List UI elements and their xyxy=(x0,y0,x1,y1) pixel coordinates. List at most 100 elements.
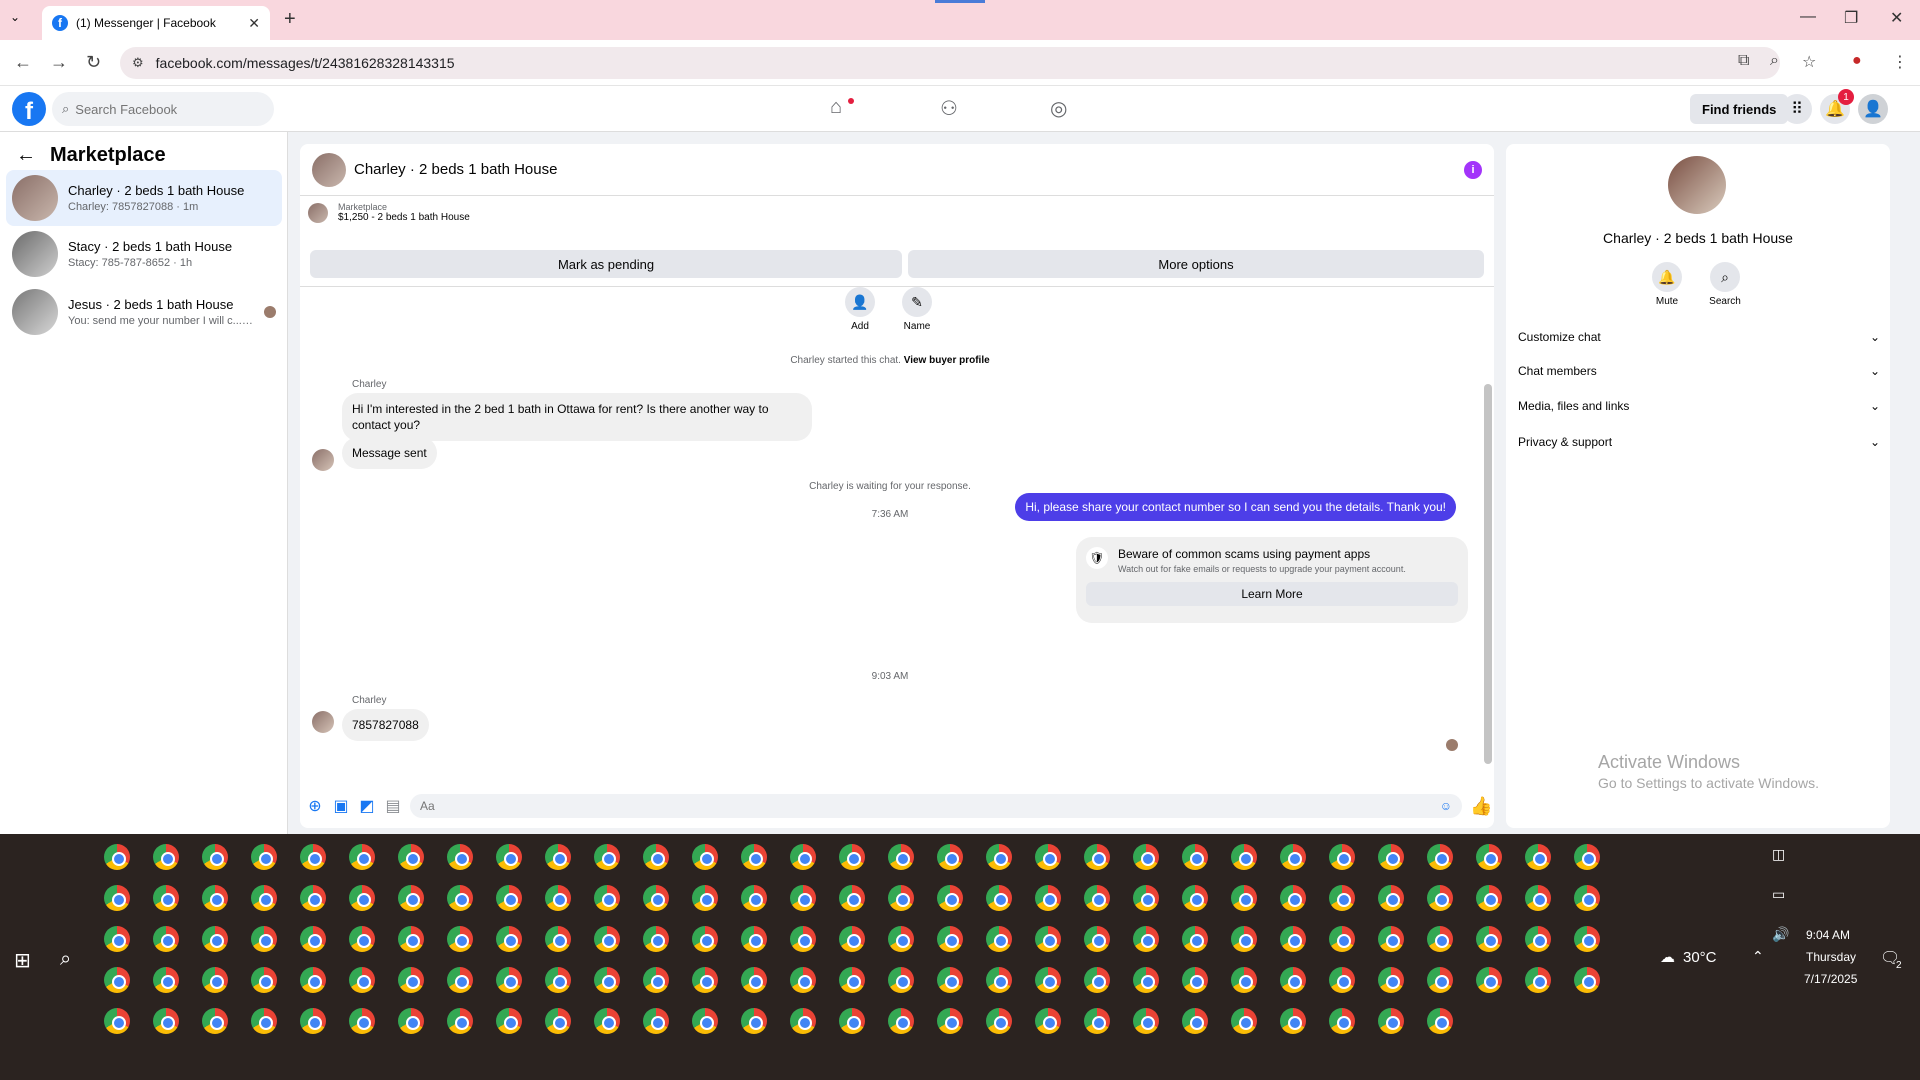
chrome-app-icon[interactable] xyxy=(888,967,914,993)
chrome-app-icon[interactable] xyxy=(153,844,179,870)
chrome-app-icon[interactable] xyxy=(398,967,424,993)
chrome-app-icon[interactable] xyxy=(104,844,130,870)
restore-icon[interactable]: ❐ xyxy=(1844,8,1858,28)
learn-more-button[interactable]: Learn More xyxy=(1086,582,1458,606)
chrome-app-icon[interactable] xyxy=(1574,967,1600,993)
clock-time[interactable]: 9:04 AM xyxy=(1806,928,1850,942)
chrome-app-icon[interactable] xyxy=(1280,967,1306,993)
chrome-app-icon[interactable] xyxy=(349,1008,375,1034)
chrome-app-icon[interactable] xyxy=(1574,885,1600,911)
facebook-search[interactable]: ⌕ xyxy=(52,92,274,126)
chrome-app-icon[interactable] xyxy=(545,967,571,993)
mute-button[interactable]: 🔔 Mute xyxy=(1642,262,1692,307)
gif-icon[interactable]: ▤ xyxy=(384,796,402,816)
chrome-app-icon[interactable] xyxy=(1084,844,1110,870)
chrome-app-icon[interactable] xyxy=(1574,844,1600,870)
chrome-app-icon[interactable] xyxy=(202,967,228,993)
chrome-app-icon[interactable] xyxy=(1329,967,1355,993)
chrome-app-icon[interactable] xyxy=(1427,967,1453,993)
omnibox[interactable]: ⚙ facebook.com/messages/t/24381628328143… xyxy=(120,47,1780,79)
chrome-app-icon[interactable] xyxy=(839,1008,865,1034)
quick-name[interactable]: ✎ Name xyxy=(887,287,947,332)
chrome-app-icon[interactable] xyxy=(1525,885,1551,911)
chrome-app-icon[interactable] xyxy=(202,885,228,911)
chrome-app-icon[interactable] xyxy=(790,844,816,870)
chrome-app-icon[interactable] xyxy=(1378,885,1404,911)
url-text[interactable]: facebook.com/messages/t/2438162832814331… xyxy=(156,55,455,71)
chrome-app-icon[interactable] xyxy=(251,1008,277,1034)
chrome-app-icon[interactable] xyxy=(1280,1008,1306,1034)
chrome-app-icon[interactable] xyxy=(349,926,375,952)
chrome-app-icon[interactable] xyxy=(790,926,816,952)
chrome-app-icon[interactable] xyxy=(1476,885,1502,911)
chrome-app-icon[interactable] xyxy=(1329,885,1355,911)
chrome-app-icon[interactable] xyxy=(1231,967,1257,993)
chrome-app-icon[interactable] xyxy=(251,844,277,870)
clock-day[interactable]: Thursday xyxy=(1806,950,1856,964)
chrome-app-icon[interactable] xyxy=(496,844,522,870)
chrome-app-icon[interactable] xyxy=(839,926,865,952)
chrome-app-icon[interactable] xyxy=(937,885,963,911)
facebook-search-input[interactable] xyxy=(75,101,246,117)
conversation-item[interactable]: Stacy · 2 beds 1 bath House Stacy: 785-7… xyxy=(6,226,282,282)
chrome-app-icon[interactable] xyxy=(447,844,473,870)
chrome-app-icon[interactable] xyxy=(1084,926,1110,952)
chrome-app-icon[interactable] xyxy=(741,926,767,952)
close-window-icon[interactable]: ✕ xyxy=(1890,8,1903,28)
chrome-app-icon[interactable] xyxy=(1182,844,1208,870)
find-friends-button[interactable]: Find friends xyxy=(1690,94,1789,124)
chrome-app-icon[interactable] xyxy=(1231,1008,1257,1034)
chat-scrollbar[interactable] xyxy=(1482,292,1492,777)
chrome-app-icon[interactable] xyxy=(1133,844,1159,870)
chrome-app-icon[interactable] xyxy=(153,885,179,911)
chrome-app-icon[interactable] xyxy=(1378,844,1404,870)
chrome-app-icon[interactable] xyxy=(447,1008,473,1034)
chrome-app-icon[interactable] xyxy=(1378,967,1404,993)
chrome-app-icon[interactable] xyxy=(741,885,767,911)
chrome-app-icon[interactable] xyxy=(447,885,473,911)
tab-list-icon[interactable]: ⌄ xyxy=(10,10,20,24)
close-tab-icon[interactable]: ✕ xyxy=(248,15,260,32)
chrome-app-icon[interactable] xyxy=(398,1008,424,1034)
chrome-app-icon[interactable] xyxy=(888,844,914,870)
chrome-app-icon[interactable] xyxy=(1427,1008,1453,1034)
chrome-app-icon[interactable] xyxy=(1476,926,1502,952)
chrome-app-icon[interactable] xyxy=(937,967,963,993)
chrome-app-icon[interactable] xyxy=(692,967,718,993)
chrome-app-icon[interactable] xyxy=(545,926,571,952)
account-avatar[interactable]: 👤 xyxy=(1858,94,1888,124)
chrome-app-icon[interactable] xyxy=(300,926,326,952)
contact-avatar[interactable] xyxy=(1668,156,1726,214)
chrome-app-icon[interactable] xyxy=(1280,926,1306,952)
mark-pending-button[interactable]: Mark as pending xyxy=(310,250,902,278)
back-arrow-icon[interactable]: ← xyxy=(16,144,36,167)
chrome-app-icon[interactable] xyxy=(1427,926,1453,952)
install-app-icon[interactable]: ⧉ xyxy=(1738,52,1749,70)
facebook-logo-icon[interactable]: f xyxy=(12,92,46,126)
zoom-icon[interactable]: ⌕ xyxy=(1770,52,1779,70)
info-icon[interactable]: i xyxy=(1464,160,1482,179)
chrome-app-icon[interactable] xyxy=(104,926,130,952)
chrome-app-icon[interactable] xyxy=(741,844,767,870)
windows-start-icon[interactable]: ⊞ xyxy=(14,948,31,973)
quick-add[interactable]: 👤 Add xyxy=(830,287,890,332)
chrome-app-icon[interactable] xyxy=(496,1008,522,1034)
chrome-app-icon[interactable] xyxy=(1182,967,1208,993)
display-icon[interactable]: ▭ xyxy=(1772,886,1785,903)
chrome-app-icon[interactable] xyxy=(349,844,375,870)
chrome-app-icon[interactable] xyxy=(545,1008,571,1034)
chrome-app-icon[interactable] xyxy=(1280,844,1306,870)
chrome-app-icon[interactable] xyxy=(202,844,228,870)
chrome-app-icon[interactable] xyxy=(1476,844,1502,870)
home-icon[interactable]: ⌂ xyxy=(830,96,842,119)
chrome-app-icon[interactable] xyxy=(1035,844,1061,870)
chrome-app-icon[interactable] xyxy=(888,926,914,952)
chrome-app-icon[interactable] xyxy=(153,926,179,952)
chrome-app-icon[interactable] xyxy=(349,967,375,993)
chrome-app-icon[interactable] xyxy=(643,885,669,911)
incoming-message[interactable]: 7857827088 xyxy=(342,709,429,741)
message-box[interactable]: ☺ xyxy=(410,794,1462,818)
chrome-app-icon[interactable] xyxy=(790,1008,816,1034)
chrome-app-icon[interactable] xyxy=(447,926,473,952)
chrome-app-icon[interactable] xyxy=(1329,844,1355,870)
